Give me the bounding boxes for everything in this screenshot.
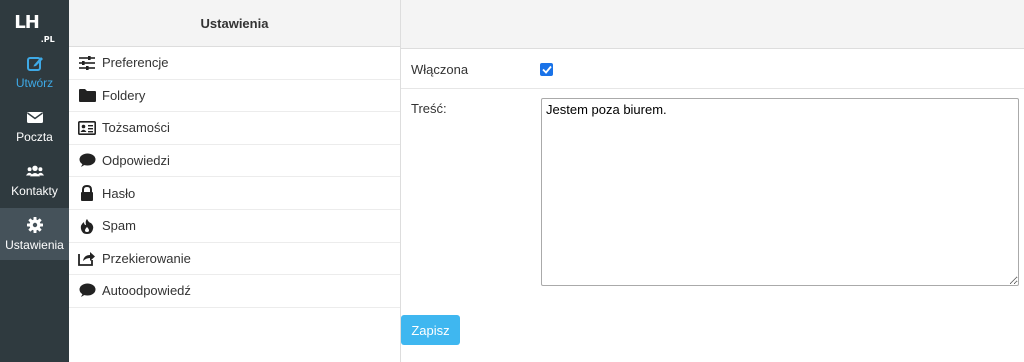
section-label: Przekierowanie xyxy=(102,250,191,266)
autoreply-form: Włączona Treść: Jestem poza biurem. Zapi… xyxy=(401,0,1024,362)
nav-compose-label: Utwórz xyxy=(15,76,54,90)
nav-mail[interactable]: Poczta xyxy=(0,100,69,152)
section-password[interactable]: Hasło xyxy=(69,177,400,210)
section-label: Odpowiedzi xyxy=(102,153,170,169)
content-header xyxy=(401,0,1024,49)
section-spam[interactable]: Spam xyxy=(69,210,400,243)
lock-icon xyxy=(78,185,96,202)
body-textarea[interactable]: Jestem poza biurem. xyxy=(541,98,1019,286)
users-icon xyxy=(25,165,44,177)
share-icon xyxy=(78,250,96,267)
section-responses[interactable]: Odpowiedzi xyxy=(69,145,400,178)
section-label: Tożsamości xyxy=(102,120,170,136)
nav-compose[interactable]: Utwórz xyxy=(0,46,69,98)
nav-contacts-label: Kontakty xyxy=(11,184,58,198)
section-label: Preferencje xyxy=(102,55,169,71)
save-button[interactable]: Zapisz xyxy=(401,315,460,345)
settings-sections-panel: Ustawienia Preferencje Foldery Tożsamośc… xyxy=(69,0,401,362)
gear-icon xyxy=(26,217,43,233)
nav-mail-label: Poczta xyxy=(16,130,53,144)
nav-settings[interactable]: Ustawienia xyxy=(0,208,69,260)
section-autoreply[interactable]: Autoodpowiedź xyxy=(69,275,400,308)
logo-text: LH xyxy=(14,12,40,33)
fire-icon xyxy=(78,218,96,234)
sliders-icon xyxy=(78,55,96,71)
section-identities[interactable]: Tożsamości xyxy=(69,112,400,145)
id-card-icon xyxy=(78,120,96,136)
section-label: Foldery xyxy=(102,87,146,103)
comment-icon xyxy=(78,283,96,299)
logo[interactable]: LH .PL xyxy=(0,0,69,46)
app: LH .PL Utwórz Poczta Kontakty Ustawienia… xyxy=(0,0,1024,362)
logo-suffix: .PL xyxy=(40,35,55,44)
enabled-row: Włączona xyxy=(401,49,1024,89)
section-label: Hasło xyxy=(102,185,136,201)
section-label: Autoodpowiedź xyxy=(102,283,191,299)
folder-icon xyxy=(78,87,96,103)
nav-contacts[interactable]: Kontakty xyxy=(0,154,69,206)
compose-icon xyxy=(26,57,43,71)
main-nav-rail: LH .PL Utwórz Poczta Kontakty Ustawienia xyxy=(0,0,69,362)
enabled-checkbox[interactable] xyxy=(540,63,553,76)
section-forwarding[interactable]: Przekierowanie xyxy=(69,243,400,276)
comment-icon xyxy=(78,153,96,169)
section-preferences[interactable]: Preferencje xyxy=(69,47,400,80)
enabled-label: Włączona xyxy=(411,62,469,77)
body-label: Treść: xyxy=(411,101,447,116)
envelope-icon xyxy=(26,112,43,123)
body-row: Treść: Jestem poza biurem. xyxy=(401,89,1024,295)
section-folders[interactable]: Foldery xyxy=(69,80,400,113)
nav-settings-label: Ustawienia xyxy=(5,238,64,252)
section-label: Spam xyxy=(102,218,136,234)
checkmark-icon xyxy=(541,65,552,74)
settings-title: Ustawienia xyxy=(69,0,400,47)
